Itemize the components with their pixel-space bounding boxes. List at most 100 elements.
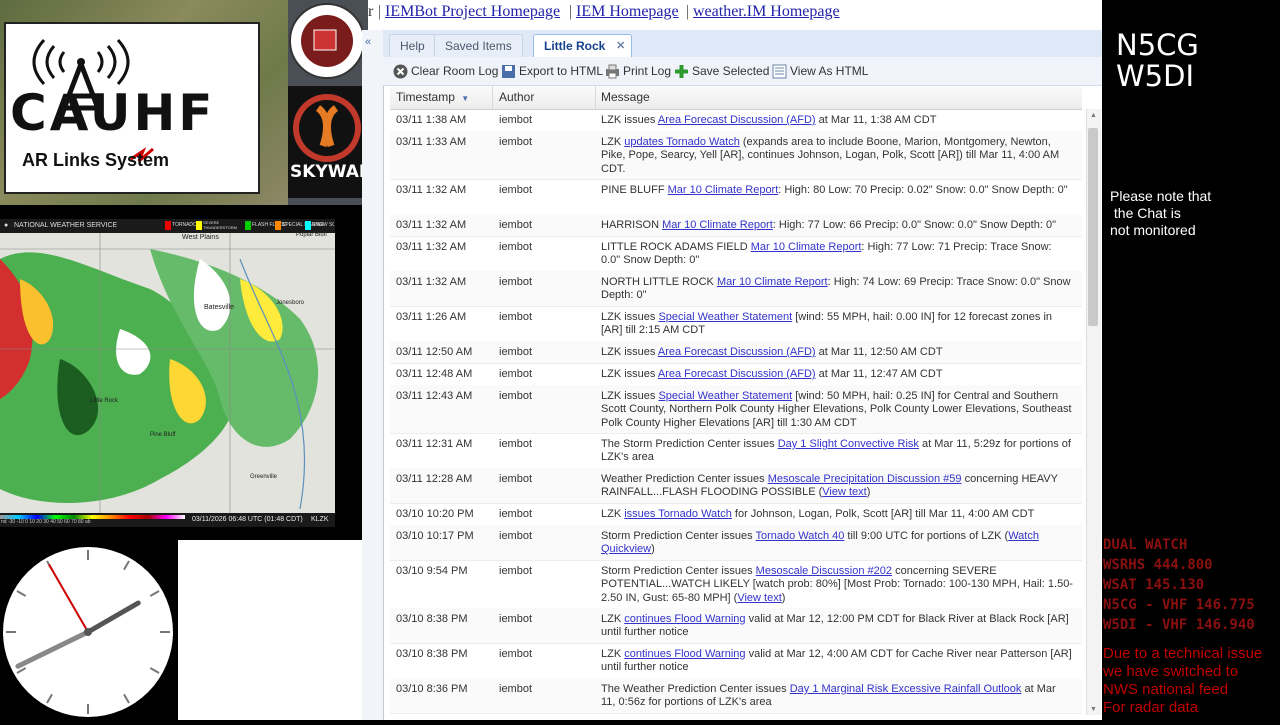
row-message: LZK updates Tornado Watch (expands area … — [601, 136, 1073, 176]
table-row[interactable]: 03/10 8:36 PM iembot The Weather Predictio… — [390, 678, 1082, 714]
row-timestamp: 03/11 1:38 AM — [396, 114, 467, 126]
radar-map — [0, 219, 335, 527]
table-row[interactable]: 03/11 1:32 AM iembot HARRISON Mar 10 Clima… — [390, 214, 1082, 237]
table-row[interactable]: 03/11 12:31 AM iembot The Storm Prediction… — [390, 433, 1082, 469]
iem-homepage-link[interactable]: IEM Homepage — [576, 3, 679, 21]
message-link[interactable]: Area Forecast Discussion (AFD) — [658, 346, 816, 358]
print-log-button[interactable]: Print Log — [605, 63, 671, 79]
row-timestamp: 03/11 1:33 AM — [396, 136, 467, 148]
row-message: LZK issues Area Forecast Discussion (AFD… — [601, 368, 1073, 381]
tab-little-rock[interactable]: Little Rock ✕ — [533, 34, 633, 58]
message-text: : High: 77 Low: 66 Precip: 0.0" Snow: 0.… — [772, 219, 1056, 231]
row-timestamp: 03/10 8:36 PM — [396, 683, 468, 695]
table-row[interactable]: 03/10 8:38 PM iembot LZK continues Flood W… — [390, 608, 1082, 644]
table-row[interactable]: 03/11 1:26 AM iembot LZK issues Special We… — [390, 306, 1082, 342]
table-row[interactable]: 03/10 9:54 PM iembot Storm Prediction Cent… — [390, 560, 1082, 609]
radar-place-label: Little Rock — [90, 398, 119, 404]
collapse-column[interactable]: « — [362, 30, 384, 720]
message-text: NORTH LITTLE ROCK — [601, 276, 717, 288]
table-row[interactable]: 03/11 12:48 AM iembot LZK issues Area Fore… — [390, 363, 1082, 386]
message-text: ) — [781, 591, 786, 604]
message-link[interactable]: Area Forecast Discussion (AFD) — [658, 114, 816, 126]
message-link[interactable]: Mar 10 Climate Report — [717, 276, 828, 288]
clear-room-log-label: Clear Room Log — [411, 64, 499, 78]
row-message: LZK continues Flood Warning valid at Mar… — [601, 648, 1073, 675]
clear-icon — [393, 64, 408, 79]
tab-saved-items[interactable]: Saved Items — [434, 34, 523, 57]
row-message: The Storm Prediction Center issues Day 1… — [601, 438, 1073, 465]
table-row[interactable]: 03/11 1:32 AM iembot LITTLE ROCK ADAMS FIE… — [390, 236, 1082, 272]
dual-watch-frequencies: DUAL WATCH WSRHS 444.800 WSAT 145.130 N5… — [1103, 537, 1255, 633]
row-timestamp: 03/11 1:32 AM — [396, 276, 467, 288]
message-text: LZK issues — [601, 368, 658, 380]
clear-room-log-button[interactable]: Clear Room Log — [393, 63, 498, 79]
table-row[interactable]: 03/10 10:17 PM iembot Storm Prediction Cen… — [390, 525, 1082, 561]
message-text: at Mar 11, 12:50 AM CDT — [815, 346, 943, 358]
row-timestamp: 03/11 12:48 AM — [396, 368, 473, 380]
message-link[interactable]: Mesoscale Discussion #202 — [756, 565, 892, 577]
export-html-label: Export to HTML — [519, 64, 604, 78]
export-html-button[interactable]: Export to HTML — [501, 63, 603, 79]
message-link[interactable]: updates Tornado Watch — [624, 136, 740, 148]
message-link[interactable]: Area Forecast Discussion (AFD) — [658, 368, 816, 380]
scrollbar-thumb[interactable] — [1088, 128, 1098, 326]
message-link[interactable]: Day 1 Marginal Risk Excessive Rainfall O… — [790, 683, 1022, 695]
message-link[interactable]: continues Flood Warning — [624, 613, 745, 625]
top-link-bar: r | IEMBot Project Homepage | IEM Homepa… — [368, 0, 1102, 30]
table-row[interactable]: 03/10 8:38 PM iembot LZK continues Flood W… — [390, 643, 1082, 679]
message-link[interactable]: Special Weather Statement — [658, 390, 792, 402]
table-row[interactable]: 03/11 1:32 AM iembot PINE BLUFF Mar 10 Cli… — [390, 179, 1082, 215]
message-text: at Mar 11, 1:38 AM CDT — [815, 114, 937, 126]
table-row[interactable]: 03/11 12:28 AM iembot Weather Prediction C… — [390, 468, 1082, 504]
scroll-down-icon[interactable]: ▼ — [1090, 706, 1097, 713]
row-author: iembot — [499, 276, 533, 288]
table-row[interactable]: 03/11 1:38 AM iembot LZK issues Area Forec… — [390, 109, 1082, 132]
message-link[interactable]: Special Weather Statement — [658, 311, 792, 323]
row-timestamp: 03/11 1:26 AM — [396, 311, 467, 323]
row-message: The Weather Prediction Center issues Day… — [601, 683, 1073, 710]
message-link[interactable]: Mar 10 Climate Report — [751, 241, 862, 253]
close-tab-icon[interactable]: ✕ — [616, 35, 625, 57]
row-message: HARRISON Mar 10 Climate Report: High: 77… — [601, 219, 1073, 232]
column-header-author[interactable]: Author — [493, 86, 596, 109]
message-link[interactable]: issues Tornado Watch — [624, 508, 732, 520]
tab-bar: Help Saved Items Little Rock ✕ — [383, 30, 1102, 58]
table-row[interactable]: 03/11 12:43 AM iembot LZK issues Special W… — [390, 385, 1082, 434]
message-link[interactable]: Mar 10 Climate Report — [668, 184, 779, 196]
message-link[interactable]: Day 1 Slight Convective Risk — [778, 438, 919, 450]
message-link[interactable]: View text — [822, 486, 866, 498]
row-timestamp: 03/10 8:38 PM — [396, 648, 468, 660]
row-author: iembot — [499, 390, 533, 402]
scroll-up-icon[interactable]: ▲ — [1090, 112, 1097, 119]
weatherim-homepage-link[interactable]: weather.IM Homepage — [693, 3, 840, 21]
message-text: The Storm Prediction Center issues — [601, 438, 778, 450]
message-text: at Mar 11, 12:47 AM CDT — [815, 368, 943, 380]
sort-desc-icon: ▼ — [461, 94, 470, 103]
row-author: iembot — [499, 508, 533, 520]
view-as-html-label: View As HTML — [790, 64, 869, 78]
table-row[interactable]: 03/11 1:32 AM iembot NORTH LITTLE ROCK Mar… — [390, 271, 1082, 307]
table-row[interactable]: 03/11 12:50 AM iembot LZK issues Area Fore… — [390, 341, 1082, 364]
chat-toolbar: Clear Room Log Export to HTML Print Log … — [383, 57, 1102, 86]
message-link[interactable]: View text — [737, 592, 781, 604]
column-header-timestamp[interactable]: Timestamp ▼ — [390, 86, 493, 109]
callsign-n5cg: N5CG — [1116, 28, 1199, 62]
table-row[interactable]: 03/11 1:33 AM iembot LZK updates Tornado W… — [390, 131, 1082, 180]
save-selected-button[interactable]: Save Selected — [674, 63, 769, 79]
add-plus-icon — [674, 64, 689, 79]
collapse-left-icon[interactable]: « — [365, 36, 371, 48]
column-header-message[interactable]: Message — [595, 86, 1082, 109]
row-author: iembot — [499, 438, 533, 450]
save-selected-label: Save Selected — [692, 64, 770, 78]
row-author: iembot — [499, 613, 533, 625]
tab-help[interactable]: Help — [389, 34, 436, 57]
message-text: LZK issues — [601, 390, 659, 402]
view-as-html-button[interactable]: View As HTML — [772, 63, 868, 79]
message-link[interactable]: continues Flood Warning — [624, 648, 745, 660]
table-row[interactable]: 03/10 10:20 PM iembot LZK issues Tornado W… — [390, 503, 1082, 526]
message-link[interactable]: Mesoscale Precipitation Discussion #59 — [768, 473, 962, 485]
iembot-homepage-link[interactable]: IEMBot Project Homepage — [385, 3, 560, 21]
row-author: iembot — [499, 136, 533, 148]
message-link[interactable]: Tornado Watch 40 — [755, 530, 844, 542]
message-link[interactable]: Mar 10 Climate Report — [662, 219, 773, 231]
